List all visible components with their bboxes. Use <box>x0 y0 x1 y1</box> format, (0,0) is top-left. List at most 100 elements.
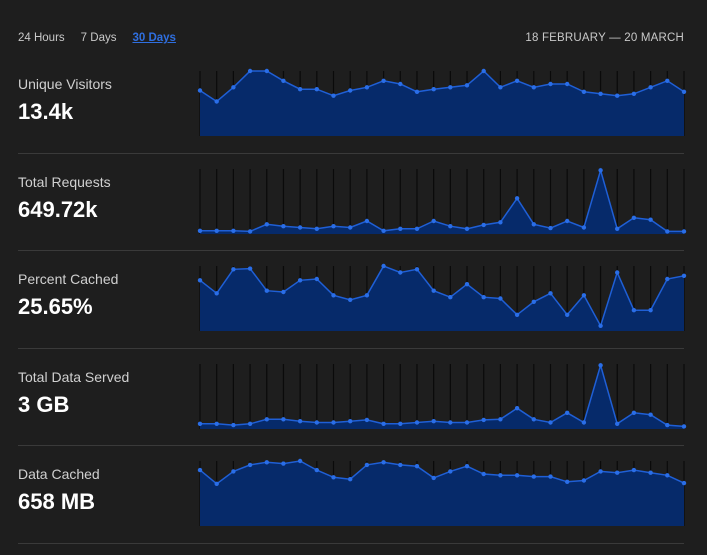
series-area <box>200 461 684 526</box>
data-point <box>381 421 386 426</box>
data-point <box>531 299 536 304</box>
data-point <box>481 471 486 477</box>
data-point <box>648 412 653 417</box>
data-point <box>414 420 420 425</box>
data-point <box>514 473 520 478</box>
data-point <box>464 226 470 231</box>
data-point <box>631 467 637 473</box>
data-point <box>615 470 620 475</box>
data-point <box>197 228 203 233</box>
data-point <box>197 421 203 426</box>
series-area <box>200 71 684 136</box>
data-point <box>665 78 670 83</box>
data-point <box>314 276 319 282</box>
data-point <box>464 282 470 287</box>
metric-label: Data Cached <box>18 466 100 482</box>
data-point <box>648 85 653 90</box>
data-point <box>431 475 436 481</box>
data-point <box>514 312 520 317</box>
tab-7-days[interactable]: 7 Days <box>81 32 117 44</box>
data-point <box>331 475 336 480</box>
data-point <box>247 266 253 271</box>
data-point <box>481 417 486 423</box>
metric-unique-visitors: Unique Visitors 13.4k <box>18 68 687 165</box>
data-point <box>631 308 637 313</box>
data-point <box>281 289 286 295</box>
data-point <box>598 363 603 368</box>
metric-label: Total Requests <box>18 174 111 190</box>
data-point <box>531 222 536 227</box>
data-point <box>331 293 336 298</box>
metric-value: 649.72k <box>18 197 98 222</box>
data-point <box>197 88 203 93</box>
metric-value: 13.4k <box>18 99 74 124</box>
data-point <box>448 469 453 474</box>
data-point <box>448 224 453 229</box>
data-point <box>648 217 653 222</box>
data-point <box>214 421 219 426</box>
data-point <box>448 295 453 300</box>
sparkline-chart <box>197 362 687 429</box>
data-point <box>197 278 203 283</box>
tab-24-hours[interactable]: 24 Hours <box>18 32 65 44</box>
divider <box>18 445 684 446</box>
data-point <box>264 460 269 465</box>
data-point <box>414 89 420 94</box>
data-point <box>581 89 587 94</box>
data-point <box>331 93 336 98</box>
data-point <box>615 421 620 426</box>
data-point <box>414 226 420 231</box>
data-point <box>214 291 219 296</box>
range-tabs: 24 Hours 7 Days 30 Days <box>18 32 176 44</box>
data-point <box>297 458 303 464</box>
data-point <box>414 464 420 469</box>
data-point <box>348 297 353 302</box>
data-point <box>247 229 253 234</box>
sparkline-chart <box>197 458 687 526</box>
data-point <box>581 225 587 230</box>
data-point <box>214 481 219 486</box>
data-point <box>665 276 670 282</box>
data-point <box>314 467 319 473</box>
data-point <box>581 420 587 425</box>
data-point <box>631 410 637 415</box>
tab-30-days[interactable]: 30 Days <box>132 32 175 44</box>
data-point <box>431 87 436 92</box>
data-point <box>598 168 603 173</box>
data-point <box>348 225 353 230</box>
data-point <box>481 295 486 300</box>
data-point <box>264 417 269 422</box>
data-point <box>448 420 453 425</box>
data-point <box>548 291 553 296</box>
data-point <box>398 421 403 426</box>
data-point <box>381 78 386 83</box>
data-point <box>498 296 503 301</box>
metric-value: 25.65% <box>18 294 93 319</box>
data-point <box>231 422 236 428</box>
data-point <box>565 479 570 484</box>
metric-label: Percent Cached <box>18 271 119 287</box>
data-point <box>665 229 670 234</box>
data-point <box>681 273 687 278</box>
data-point <box>514 78 520 83</box>
data-point <box>665 473 670 478</box>
data-point <box>214 99 219 104</box>
data-point <box>264 222 269 227</box>
sparkline-chart <box>197 167 687 234</box>
data-point <box>548 81 553 87</box>
data-point <box>231 228 236 233</box>
data-point <box>381 263 386 269</box>
data-point <box>398 270 403 275</box>
data-point <box>565 218 570 224</box>
divider <box>18 250 684 251</box>
metric-label: Total Data Served <box>18 369 130 385</box>
metric-value: 3 GB <box>18 392 70 417</box>
top-bar: 24 Hours 7 Days 30 Days 18 FEBRUARY — 20… <box>18 32 684 48</box>
data-point <box>464 83 470 88</box>
sparkline-chart <box>197 68 687 136</box>
data-point <box>231 469 236 474</box>
data-point <box>681 424 687 429</box>
data-point <box>531 85 536 90</box>
data-point <box>498 85 503 90</box>
data-point <box>348 88 353 93</box>
